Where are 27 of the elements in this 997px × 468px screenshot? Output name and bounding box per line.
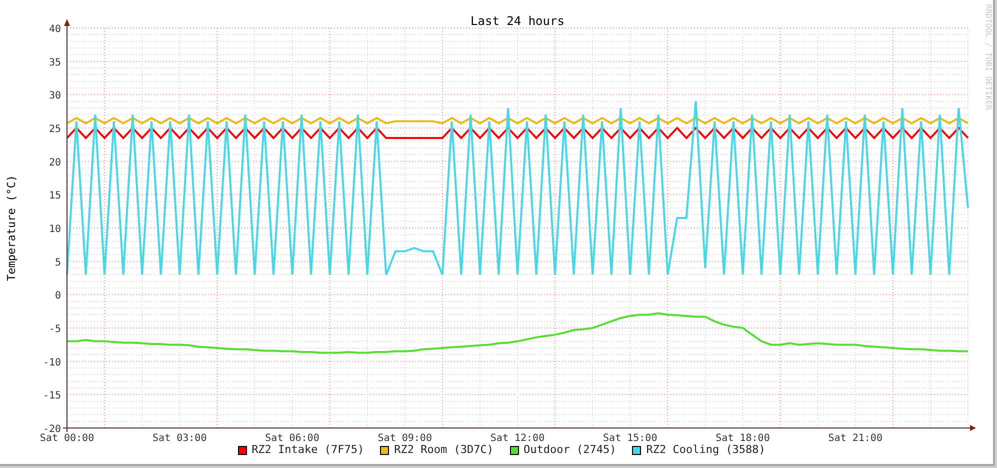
y-tick-label: 35 (48, 57, 61, 68)
x-tick-label: Sat 21:00 (828, 433, 882, 442)
y-tick-label: 25 (48, 124, 61, 135)
x-tick-label: Sat 06:00 (265, 433, 320, 442)
y-tick-label: 40 (48, 24, 61, 35)
y-tick-label: 20 (48, 157, 61, 168)
y-tick-label: -10 (42, 357, 61, 368)
y-tick-label: -15 (42, 390, 61, 402)
y-tick-label: 15 (48, 190, 61, 202)
x-tick-label: Sat 00:00 (40, 433, 94, 442)
x-tick-label: Sat 09:00 (378, 433, 432, 442)
x-tick-label: Sat 03:00 (152, 433, 207, 442)
x-tick-label: Sat 15:00 (603, 433, 658, 442)
y-tick-label: 0 (54, 290, 61, 302)
y-tick-label: 5 (54, 257, 61, 268)
y-tick-label: 10 (48, 224, 61, 235)
x-tick-label: Sat 18:00 (716, 433, 770, 442)
legend-label: RZ2 Intake (7F75) (252, 442, 364, 458)
chart-title: Last 24 hours (470, 14, 564, 28)
legend-label: RZ2 Cooling (3588) (646, 442, 766, 458)
legend-label: Outdoor (2745) (524, 442, 616, 458)
x-tick-label: Sat 12:00 (490, 433, 545, 442)
y-tick-label: -5 (48, 324, 61, 335)
y-axis-label: Temperature (°C) (5, 175, 18, 281)
legend-label: RZ2 Room (3D7C) (394, 442, 494, 458)
y-tick-label: 30 (48, 90, 61, 102)
y-tick-label: -20 (42, 424, 61, 435)
